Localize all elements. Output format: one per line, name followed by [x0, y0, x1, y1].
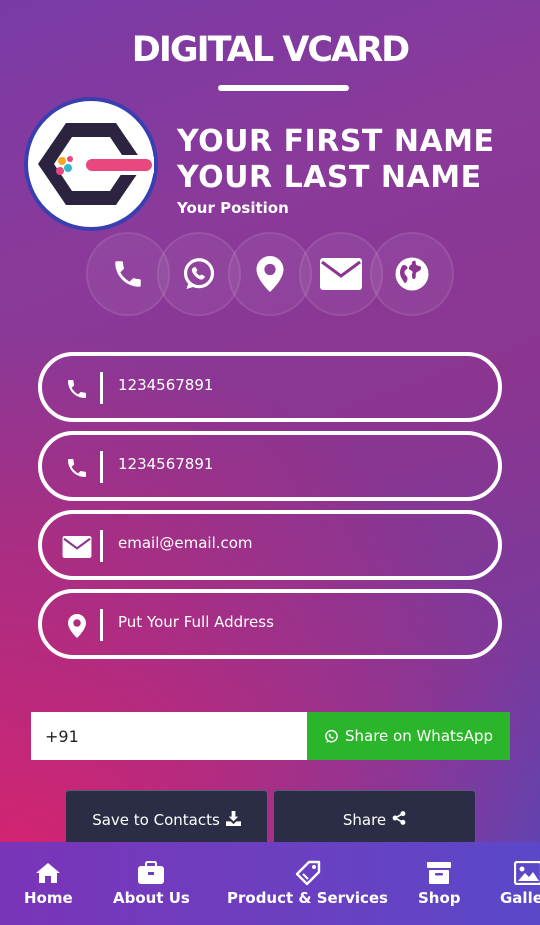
- share-whatsapp-button[interactable]: Share on WhatsApp: [307, 712, 510, 760]
- image-icon: [500, 860, 540, 886]
- whatsapp-icon: [183, 258, 215, 290]
- location-pin-icon: [256, 256, 284, 292]
- save-to-contacts-label: Save to Contacts: [92, 811, 220, 829]
- phone-icon: [62, 453, 92, 483]
- share-icon: [392, 811, 406, 825]
- title-underline: [218, 85, 349, 91]
- page-title: DIGITAL VCARD: [131, 30, 410, 70]
- share-label: Share: [342, 811, 387, 829]
- first-name: YOUR FIRST NAME: [177, 124, 495, 159]
- email-value: email@email.com: [118, 534, 253, 552]
- logo-mark: [38, 123, 154, 205]
- field-divider: [100, 451, 103, 483]
- website-button[interactable]: [370, 232, 454, 316]
- download-icon: [225, 811, 241, 826]
- nav-item-shop[interactable]: Shop: [418, 860, 461, 907]
- address-value: Put Your Full Address: [118, 613, 274, 631]
- phone-icon: [62, 374, 92, 404]
- share-button[interactable]: Share: [273, 790, 476, 850]
- field-divider: [100, 530, 103, 562]
- field-divider: [100, 372, 103, 404]
- phone-field-1[interactable]: 1234567891: [38, 352, 502, 422]
- nav-item-home[interactable]: Home: [24, 860, 73, 907]
- email-field[interactable]: email@email.com: [38, 510, 502, 580]
- envelope-icon: [320, 258, 362, 290]
- phone-icon: [115, 261, 141, 287]
- nav-item-product-services[interactable]: Product & Services: [227, 860, 388, 907]
- last-name: YOUR LAST NAME: [177, 160, 482, 195]
- whatsapp-number-input[interactable]: [31, 712, 307, 760]
- whatsapp-share-row: Share on WhatsApp: [31, 712, 510, 760]
- nav-label-shop: Shop: [418, 889, 461, 907]
- logo: [24, 97, 158, 231]
- nav-label-home: Home: [24, 889, 73, 907]
- nav-label-about-us: About Us: [113, 889, 190, 907]
- position: Your Position: [177, 199, 289, 217]
- home-icon: [35, 860, 61, 886]
- nav-item-gallery[interactable]: Galle: [500, 860, 540, 907]
- phone-field-2[interactable]: 1234567891: [38, 431, 502, 501]
- whatsapp-icon: [325, 729, 338, 743]
- quick-actions: [86, 232, 456, 316]
- phone-value-1: 1234567891: [118, 376, 214, 394]
- briefcase-icon: [137, 860, 165, 886]
- tag-icon: [295, 860, 321, 886]
- location-pin-icon: [62, 611, 92, 641]
- save-to-contacts-button[interactable]: Save to Contacts: [65, 790, 268, 850]
- globe-icon: [395, 257, 429, 291]
- envelope-icon: [62, 532, 92, 562]
- share-whatsapp-label: Share on WhatsApp: [344, 727, 494, 745]
- archive-box-icon: [426, 860, 452, 886]
- bottom-nav: Home About Us Product & Services Shop Ga…: [0, 842, 540, 925]
- field-divider: [100, 609, 103, 641]
- nav-label-gallery: Galle: [500, 889, 540, 907]
- nav-item-about-us[interactable]: About Us: [113, 860, 190, 907]
- nav-label-product-services: Product & Services: [227, 889, 388, 907]
- address-field[interactable]: Put Your Full Address: [38, 589, 502, 659]
- phone-value-2: 1234567891: [118, 455, 214, 473]
